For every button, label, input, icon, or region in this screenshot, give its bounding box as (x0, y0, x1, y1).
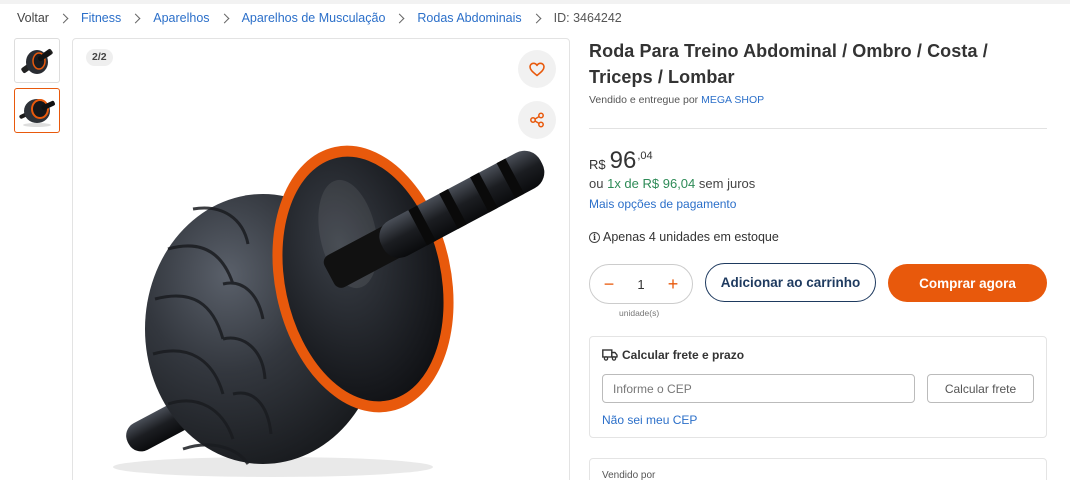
stock-info: i Apenas 4 unidades em estoque (589, 230, 779, 244)
thumbnail-1[interactable] (14, 38, 60, 83)
main-product-image (72, 38, 570, 480)
price-cents: ,04 (637, 150, 653, 162)
chevron-right-icon (219, 13, 230, 23)
add-to-cart-button[interactable]: Adicionar ao carrinho (705, 263, 876, 302)
installments-highlight: 1x de R$ 96,04 (607, 176, 696, 191)
breadcrumb: Voltar Fitness Aparelhos Aparelhos de Mu… (17, 10, 622, 26)
chevron-right-icon (531, 13, 542, 23)
stock-text: Apenas 4 unidades em estoque (603, 230, 779, 244)
installments-prefix: ou (589, 176, 604, 191)
installments-text: ou 1x de R$ 96,04 sem juros (589, 176, 755, 191)
sold-by-label: Vendido por (602, 470, 656, 480)
ab-wheel-image (113, 145, 545, 477)
installments-suffix: sem juros (698, 176, 756, 191)
quantity-stepper: − 1 + (589, 264, 693, 304)
freight-title: Calcular frete e prazo (602, 348, 744, 362)
thumbnail-2-selected[interactable] (14, 88, 60, 133)
increment-button[interactable]: + (664, 275, 682, 293)
image-counter-badge: 2/2 (86, 49, 113, 66)
truck-icon (602, 349, 618, 361)
product-title: Roda Para Treino Abdominal / Ombro / Cos… (589, 41, 988, 87)
breadcrumb-item-aparelhos[interactable]: Aparelhos (153, 11, 209, 25)
seller-line: Vendido e entregue por MEGA SHOP (589, 94, 764, 106)
seller-link[interactable]: MEGA SHOP (701, 94, 764, 106)
price-integer: 96 (609, 147, 637, 174)
ab-wheel-thumb-image (19, 99, 55, 127)
heart-icon (529, 62, 545, 76)
chevron-right-icon (130, 13, 141, 23)
ab-wheel-thumb-image (21, 49, 53, 74)
calculate-freight-button[interactable]: Calcular frete (927, 374, 1034, 403)
breadcrumb-item-fitness[interactable]: Fitness (81, 11, 121, 25)
price-currency: R$ (589, 157, 606, 172)
buy-now-button[interactable]: Comprar agora (888, 264, 1047, 302)
divider (589, 128, 1047, 129)
no-cep-link[interactable]: Não sei meu CEP (602, 413, 697, 427)
top-border (0, 0, 1070, 4)
breadcrumb-back-link[interactable]: Voltar (17, 11, 49, 25)
chevron-right-icon (58, 13, 69, 23)
favorite-button[interactable] (518, 50, 556, 88)
freight-title-text: Calcular frete e prazo (622, 348, 745, 362)
price: R$ 96 ,04 (589, 148, 653, 174)
chevron-right-icon (394, 13, 405, 23)
more-payment-options-link[interactable]: Mais opções de pagamento (589, 197, 736, 211)
share-icon (530, 112, 544, 128)
seller-prefix: Vendido e entregue por (589, 94, 699, 106)
sold-by-box (589, 458, 1047, 480)
info-icon: i (589, 231, 600, 243)
share-button[interactable] (518, 101, 556, 139)
decrement-button[interactable]: − (600, 275, 618, 293)
cep-input[interactable] (602, 374, 915, 403)
product-id: ID: 3464242 (553, 11, 622, 25)
breadcrumb-item-rodas[interactable]: Rodas Abdominais (417, 11, 521, 25)
breadcrumb-item-musculacao[interactable]: Aparelhos de Musculação (242, 11, 386, 25)
quantity-unit-label: unidade(s) (619, 308, 660, 318)
quantity-value[interactable]: 1 (637, 277, 644, 292)
